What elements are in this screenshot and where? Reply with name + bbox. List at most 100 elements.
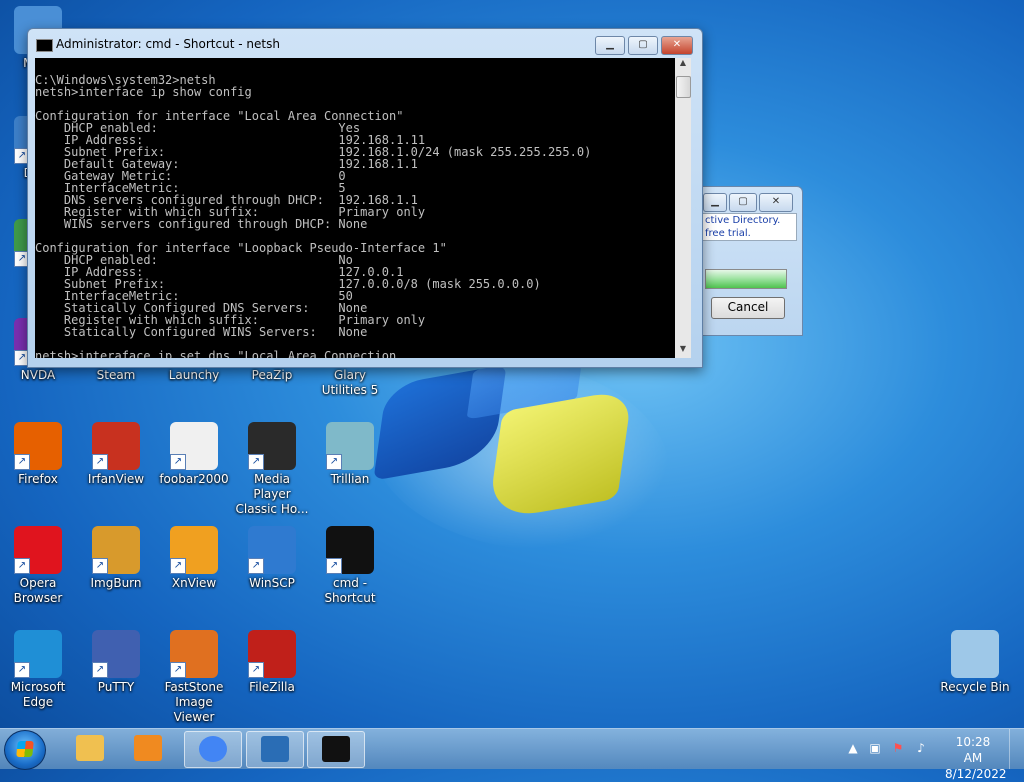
cmd-titlebar[interactable]: Administrator: cmd - Shortcut - netsh ▁ … bbox=[28, 29, 702, 59]
dialog-message-box: ctive Directory. free trial. bbox=[701, 213, 797, 241]
launchy-icon bbox=[261, 736, 289, 762]
faststone-icon: ↗ bbox=[170, 630, 218, 678]
firefox-icon: ↗ bbox=[14, 422, 62, 470]
desktop-icon-label: IrfanView bbox=[87, 472, 145, 486]
desktop-icon-label: Firefox bbox=[18, 472, 58, 486]
taskbar-cmd-button[interactable] bbox=[307, 731, 365, 768]
recycle-bin-icon bbox=[951, 630, 999, 678]
desktop-icon-xnview[interactable]: ↗ XnView bbox=[156, 526, 232, 591]
chrome-icon bbox=[199, 736, 227, 762]
start-button[interactable] bbox=[4, 730, 46, 770]
console-output[interactable]: C:\Windows\system32>netsh netsh>interfac… bbox=[35, 58, 675, 358]
putty-icon: ↗ bbox=[92, 630, 140, 678]
shortcut-arrow-icon: ↗ bbox=[92, 662, 108, 678]
winscp-icon: ↗ bbox=[248, 526, 296, 574]
show-hidden-icons-icon[interactable]: ▲ bbox=[846, 741, 860, 755]
dialog-progress-bar bbox=[705, 269, 787, 289]
windows-logo-icon bbox=[16, 741, 34, 757]
clock-time: 10:28 AM bbox=[955, 735, 991, 765]
desktop-icon-label: Trillian bbox=[330, 472, 370, 486]
desktop-icon-cmd-shortcut[interactable]: ↗ cmd - Shortcut bbox=[312, 526, 388, 606]
desktop-icon-label: PeaZip bbox=[251, 368, 293, 382]
console-scrollbar[interactable]: ▲ ▼ bbox=[675, 58, 691, 358]
desktop-icon-label: Launchy bbox=[168, 368, 220, 382]
desktop-icon-label: XnView bbox=[171, 576, 217, 590]
desktop-icon-foobar2000[interactable]: ↗ foobar2000 bbox=[156, 422, 232, 487]
desktop-icon-label: FastStone Image Viewer bbox=[164, 680, 224, 724]
cmd-app-icon[interactable] bbox=[36, 39, 53, 52]
cmd-window-title: Administrator: cmd - Shortcut - netsh bbox=[56, 37, 280, 51]
desktop-icon-label: Recycle Bin bbox=[940, 680, 1010, 694]
close-button[interactable]: ✕ bbox=[661, 36, 693, 55]
media-player-classic-icon: ↗ bbox=[248, 422, 296, 470]
windows-explorer-icon bbox=[76, 735, 104, 761]
xnview-icon: ↗ bbox=[170, 526, 218, 574]
dialog-cancel-button[interactable]: Cancel bbox=[711, 297, 785, 319]
desktop-icon-trillian[interactable]: ↗ Trillian bbox=[312, 422, 388, 487]
maximize-button[interactable]: ▢ bbox=[628, 36, 658, 55]
desktop-icon-opera[interactable]: ↗ Opera Browser bbox=[0, 526, 76, 606]
shortcut-arrow-icon: ↗ bbox=[248, 558, 264, 574]
desktop-icon-imgburn[interactable]: ↗ ImgBurn bbox=[78, 526, 154, 591]
trillian-icon: ↗ bbox=[326, 422, 374, 470]
action-center-icon[interactable]: ⚑ bbox=[891, 741, 905, 755]
background-dialog[interactable]: ▁ ▢ ✕ ctive Directory. free trial. Cance… bbox=[700, 186, 803, 336]
desktop-icon-faststone[interactable]: ↗ FastStone Image Viewer bbox=[156, 630, 232, 725]
imgburn-icon: ↗ bbox=[92, 526, 140, 574]
desktop-icon-filezilla[interactable]: ↗ FileZilla bbox=[234, 630, 310, 695]
dialog-text-line1: ctive Directory. bbox=[705, 215, 781, 226]
desktop-icon-irfanview[interactable]: ↗ IrfanView bbox=[78, 422, 154, 487]
taskbar-windows-explorer-button[interactable] bbox=[62, 731, 118, 766]
desktop-icon-label: Steam bbox=[96, 368, 136, 382]
scroll-thumb[interactable] bbox=[676, 76, 691, 98]
opera-icon: ↗ bbox=[14, 526, 62, 574]
dialog-minimize-button[interactable]: ▁ bbox=[703, 193, 727, 212]
microsoft-edge-icon: ↗ bbox=[14, 630, 62, 678]
taskbar-launchy-button[interactable] bbox=[246, 731, 304, 768]
cmd-shortcut-icon: ↗ bbox=[326, 526, 374, 574]
scroll-up-arrow-icon[interactable]: ▲ bbox=[675, 58, 691, 72]
shortcut-arrow-icon: ↗ bbox=[170, 662, 186, 678]
desktop-icon-label: ImgBurn bbox=[90, 576, 142, 590]
taskbar-chrome-button[interactable] bbox=[184, 731, 242, 768]
shortcut-arrow-icon: ↗ bbox=[326, 454, 342, 470]
show-desktop-button[interactable] bbox=[1009, 729, 1024, 769]
console-text: C:\Windows\system32>netsh netsh>interfac… bbox=[35, 73, 592, 358]
desktop-icon-putty[interactable]: ↗ PuTTY bbox=[78, 630, 154, 695]
volume-icon[interactable]: ♪ bbox=[914, 741, 928, 755]
desktop-icon-label: Opera Browser bbox=[13, 576, 63, 605]
desktop-icon-recycle-bin[interactable]: Recycle Bin bbox=[937, 630, 1013, 695]
taskbar-clock[interactable]: 10:28 AM 8/12/2022 bbox=[945, 734, 1007, 782]
desktop-icon-label: FileZilla bbox=[249, 680, 295, 694]
desktop-icon-label: NVDA bbox=[20, 368, 56, 382]
desktop-icon-media-player-classic[interactable]: ↗ Media Player Classic Ho... bbox=[234, 422, 310, 517]
irfanview-icon: ↗ bbox=[92, 422, 140, 470]
cmd-window[interactable]: Administrator: cmd - Shortcut - netsh ▁ … bbox=[27, 28, 703, 368]
desktop-icon-label: Microsoft Edge bbox=[10, 680, 66, 709]
foobar2000-icon: ↗ bbox=[170, 422, 218, 470]
network-icon[interactable]: ▣ bbox=[868, 741, 882, 755]
shortcut-arrow-icon: ↗ bbox=[92, 558, 108, 574]
shortcut-arrow-icon: ↗ bbox=[14, 558, 30, 574]
desktop-icon-winscp[interactable]: ↗ WinSCP bbox=[234, 526, 310, 591]
filezilla-icon: ↗ bbox=[248, 630, 296, 678]
clock-date: 8/12/2022 bbox=[945, 767, 1007, 781]
shortcut-arrow-icon: ↗ bbox=[14, 454, 30, 470]
dialog-close-button[interactable]: ✕ bbox=[759, 193, 793, 212]
desktop-icon-label: WinSCP bbox=[249, 576, 295, 590]
shortcut-arrow-icon: ↗ bbox=[92, 454, 108, 470]
minimize-button[interactable]: ▁ bbox=[595, 36, 625, 55]
desktop-icon-microsoft-edge[interactable]: ↗ Microsoft Edge bbox=[0, 630, 76, 710]
desktop-icon-label: Media Player Classic Ho... bbox=[235, 472, 309, 516]
desktop-icon-label: Glary Utilities 5 bbox=[321, 368, 379, 397]
cmd-icon bbox=[322, 736, 350, 762]
shortcut-arrow-icon: ↗ bbox=[14, 662, 30, 678]
taskbar-media-player-button[interactable] bbox=[120, 731, 176, 766]
taskbar: ▲ ▣ ⚑ ♪ 10:28 AM 8/12/2022 bbox=[0, 728, 1024, 781]
scroll-down-arrow-icon[interactable]: ▼ bbox=[675, 344, 691, 358]
dialog-text-line2: free trial. bbox=[705, 228, 751, 239]
desktop-icon-firefox[interactable]: ↗ Firefox bbox=[0, 422, 76, 487]
shortcut-arrow-icon: ↗ bbox=[248, 662, 264, 678]
dialog-maximize-button[interactable]: ▢ bbox=[729, 193, 757, 212]
shortcut-arrow-icon: ↗ bbox=[326, 558, 342, 574]
